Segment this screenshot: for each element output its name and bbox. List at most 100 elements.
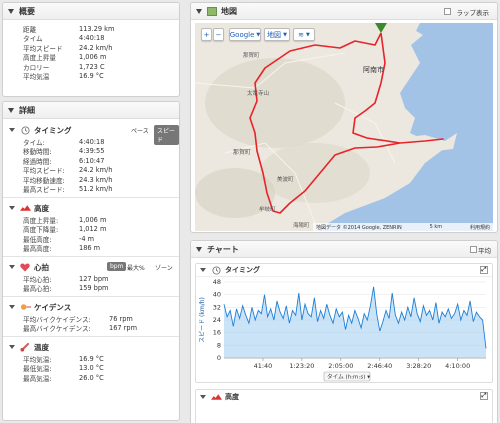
stat-label: 距離 [23,25,37,34]
stat-label: 平均スピード [23,44,63,53]
google-layer-button[interactable]: Google ▼ [229,28,261,41]
stat-row: 最低高度: -4 m [3,234,179,244]
details-panel: 詳細 タイミング ペース スピード タイム: 4:40:18 移動時間: 4:39:5… [2,101,180,421]
zone-toggle[interactable]: ゾーン [155,263,173,272]
collapse-icon[interactable] [9,305,15,309]
bpm-toggle[interactable]: bpm [107,262,127,271]
stat-value: 4:39:55 [79,147,105,156]
x-axis-selector[interactable]: タイム (h:m:s) ▾ [323,371,371,382]
x-tick-label: 1:23:20 [289,362,314,370]
collapse-icon[interactable] [8,107,14,113]
map-label: 太竜寺山 [247,91,270,97]
overview-stats: 距離 113.29 km タイム 4:40:18 平均スピード 24.2 km/h 高度上昇… [3,20,179,82]
avg-checkbox[interactable] [470,246,477,253]
elevation-chart-header[interactable]: 高度 ⤢ [196,390,492,403]
stat-label: 移動時間: [23,148,52,157]
details-header[interactable]: 詳細 [3,102,179,119]
map-canvas[interactable]: 那賀町 阿南市 那賀町 美波町 牟岐町 海陽町 太竜寺山 + − Google … [195,23,493,231]
stat-row: 最低気温: 13.0 °C [3,364,179,374]
elevation-section-header[interactable]: 高度 [3,201,179,215]
chart-header[interactable]: チャート 平均 [191,241,497,258]
pace-toggle[interactable]: ペース [131,126,149,135]
y-tick-label: 24 [213,316,221,324]
speed-toggle[interactable]: スピード [154,125,179,145]
stat-label: 高度下降量: [23,226,59,235]
stat-row: 最高心拍: 159 bpm [3,284,179,294]
lap-checkbox[interactable] [444,8,451,15]
stat-label: 最高心拍: [23,285,52,294]
map-type-button[interactable]: 地図 ▼ [264,28,290,41]
cadence-label: ケイデンス [34,302,72,312]
collapse-icon[interactable] [9,128,15,132]
stat-label: タイム: [23,138,45,147]
collapse-icon[interactable] [8,8,14,14]
stat-label: 平均スピード: [23,167,65,176]
map-attribution-bar: 地図データ ©2014 Google, ZENRIN 5 km 利用規約 [313,223,493,231]
x-tick-label: 41:40 [254,362,273,370]
expand-icon[interactable]: ⤢ [480,392,488,400]
chevron-down-icon: ▼ [283,31,287,38]
stat-row: 移動時間: 4:39:55 [3,147,179,157]
y-tick-label: 8 [217,341,221,349]
elevation-icon [210,392,222,402]
stat-label: 経過時間: [23,157,52,166]
collapse-icon[interactable] [196,246,202,252]
heart-icon [19,262,31,272]
stat-value: 24.2 km/h [79,43,113,52]
heart-stats: 平均心拍: 127 bpm 最高心拍: 159 bpm [3,274,179,294]
temperature-label: 温度 [34,342,49,352]
x-tick-label: 4:10:00 [445,362,470,370]
y-tick-label: 32 [213,303,221,311]
map-type-label: 地図 [267,30,282,39]
stat-label: 最低気温: [23,365,52,374]
collapse-icon[interactable] [9,265,15,269]
stat-row: 平均心拍: 127 bpm [3,274,179,284]
map-label: 牟岐町 [259,207,276,213]
timing-section-header[interactable]: タイミング ペース スピード [3,123,179,145]
stat-label: 最高高度: [23,245,52,254]
stat-value: 16.9 °C [79,354,104,363]
speed-chart[interactable]: 0 8 16 24 32 40 48 41:40 1:23:20 2:05:00 2:46:40 3:… [196,278,492,383]
collapse-icon[interactable] [9,206,15,210]
zoom-out-button[interactable]: − [213,28,224,41]
map-svg[interactable] [195,23,493,231]
zoom-in-button[interactable]: + [201,28,212,41]
stat-row: 平均スピード: 24.2 km/h [3,166,179,176]
stat-row: 高度下降量: 1,012 m [3,225,179,235]
heart-label: 心拍 [34,262,49,272]
stat-label: 最高スピード: [23,186,65,195]
max-percent-toggle[interactable]: 最大% [127,263,145,272]
stat-label: 最低高度: [23,235,52,244]
collapse-icon[interactable] [9,345,15,349]
timing-chart-label: タイミング [225,266,260,274]
timing-chart-header[interactable]: タイミング ⤢ [196,264,492,277]
cadence-icon [19,302,31,312]
elevation-chart-label: 高度 [225,392,239,401]
terms-link[interactable]: 利用規約 [470,224,490,231]
overview-header[interactable]: 概要 [3,3,179,20]
collapse-icon[interactable] [196,8,202,14]
google-layer-label: Google [229,30,255,39]
stat-row: 距離 113.29 km [3,24,179,34]
collapse-icon[interactable] [200,268,206,272]
cadence-section-header[interactable]: ケイデンス [3,300,179,314]
stat-row: 平均気温 16.9 °C [3,72,179,81]
map-header[interactable]: 地図 ラップ表示 [191,3,497,20]
expand-icon[interactable]: ⤢ [480,266,488,274]
heart-section-header[interactable]: 心拍 bpm 最大% ゾーン [3,260,179,274]
map-scale: 5 km [429,224,443,230]
thermometer-icon [19,342,31,352]
stat-label: 平均気温: [23,355,52,364]
stat-value: 186 m [79,244,101,253]
chart-panel: チャート 平均 タイミング ⤢ 0 8 16 24 32 40 48 41:40 1:23:20… [190,240,498,423]
stat-row: カロリー 1,723 C [3,62,179,72]
stat-row: 高度上昇量 1,006 m [3,53,179,62]
collapse-icon[interactable] [200,394,206,399]
y-axis-label: スピード (km/h) [199,297,206,343]
layers-button[interactable]: ≋ ▼ [293,28,315,41]
stat-value: 6:10:47 [79,156,105,165]
stat-value: 13.0 °C [79,364,104,373]
temperature-section-header[interactable]: 温度 [3,340,179,354]
x-axis-selector-label: タイム (h:m:s) ▾ [327,373,370,381]
stat-row: 平均バイクケイデンス: 76 rpm [3,314,179,324]
